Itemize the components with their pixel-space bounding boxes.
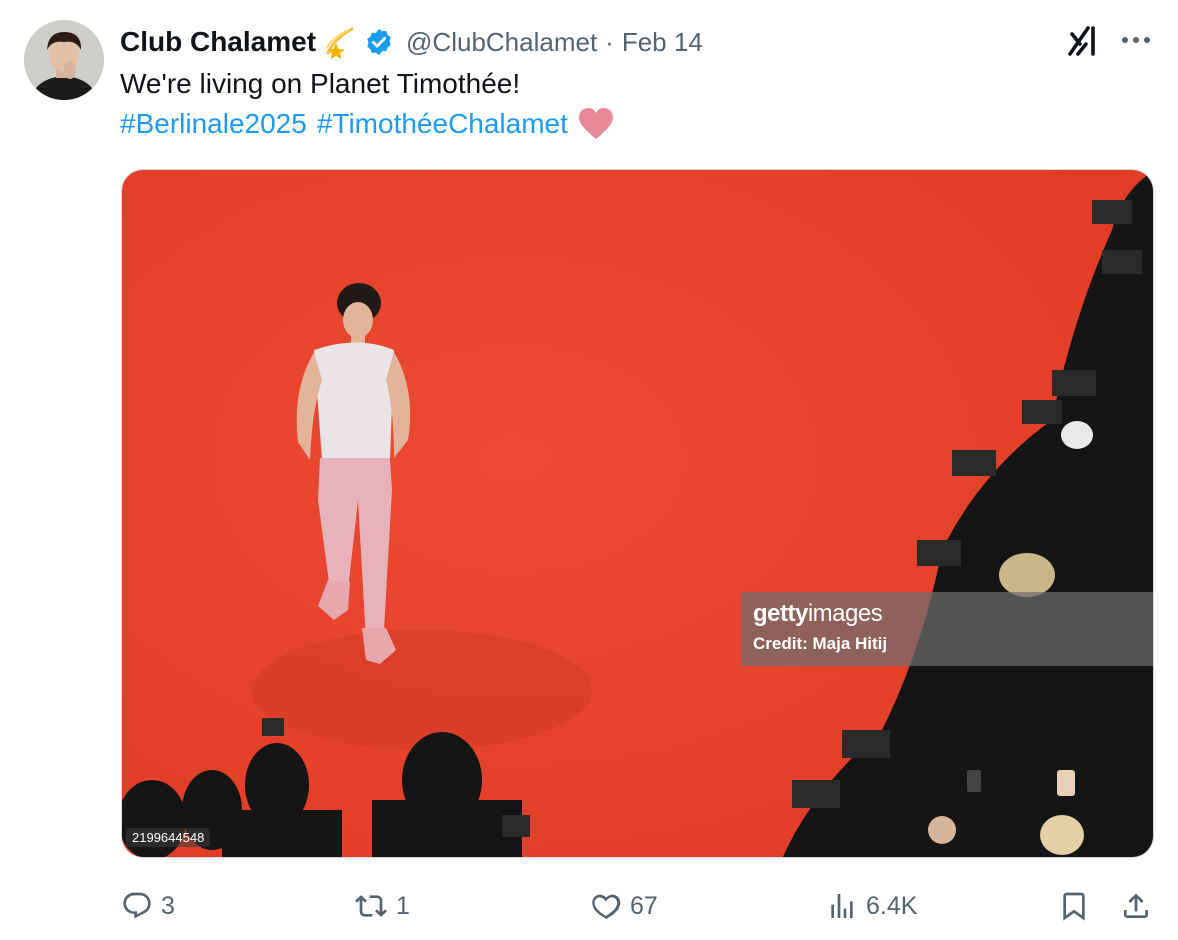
watermark-credit: Credit: Maja Hitij [753,634,888,653]
heart-icon [592,894,621,919]
display-name[interactable]: Club Chalamet [120,26,316,58]
hashtag-link[interactable]: #TimothéeChalamet [317,106,568,142]
shooting-star-icon [324,25,358,59]
grok-icon[interactable] [1066,22,1102,58]
pink-heart-icon [578,107,614,141]
bookmark-icon [1063,892,1085,921]
hashtag-link[interactable]: #Berlinale2025 [120,106,307,142]
avatar-image [24,20,104,100]
view-count: 6.4K [866,891,918,920]
like-button[interactable]: 67 [590,884,658,928]
verified-badge-icon[interactable] [364,27,394,57]
share-button[interactable] [1120,884,1152,928]
reply-icon [123,892,151,919]
tweet: Club Chalamet @ClubChalamet · Feb 14 We'… [0,0,1178,940]
more-options-icon[interactable] [1118,24,1154,56]
views-button[interactable]: 6.4K [826,884,917,928]
post-date[interactable]: Feb 14 [622,27,703,58]
bookmark-button[interactable] [1058,884,1090,928]
avatar[interactable] [24,20,104,100]
handle[interactable]: @ClubChalamet [406,27,597,58]
analytics-icon [831,894,853,918]
reply-button[interactable]: 3 [121,884,175,928]
post-text: We're living on Planet Timothée! [120,68,521,99]
share-icon [1124,893,1148,918]
repost-count: 1 [396,891,410,920]
red-carpet-photo [122,170,1153,857]
separator-dot: · [605,26,614,57]
like-count: 67 [630,891,658,920]
post-hashtags: #Berlinale2025 #TimothéeChalamet [120,106,614,142]
post-photo[interactable]: gettyimages Credit: Maja Hitij 219964454… [121,169,1154,858]
getty-watermark: gettyimages Credit: Maja Hitij [741,592,1153,666]
repost-button[interactable]: 1 [354,884,410,928]
watermark-logo: gettyimages [753,600,883,627]
tweet-header: Club Chalamet @ClubChalamet · Feb 14 [120,22,703,62]
image-id-label: 2199644548 [126,828,211,847]
repost-icon [355,895,387,917]
reply-count: 3 [161,891,175,920]
